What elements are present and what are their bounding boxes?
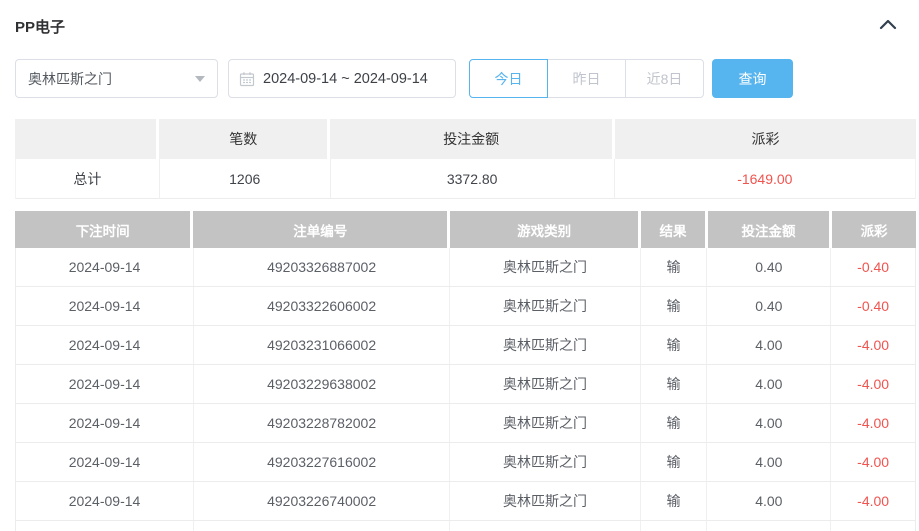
cell-result: 输 <box>641 248 708 286</box>
search-button[interactable]: 查询 <box>712 59 793 98</box>
panel-header: PP电子 <box>0 0 919 37</box>
summary-header-cell: 派彩 <box>615 119 916 159</box>
cell-bet-amount: 4.00 <box>707 482 831 520</box>
cell-result: 输 <box>641 521 708 531</box>
chevron-up-icon <box>879 17 897 35</box>
table-row: 2024-09-1449203231066002奥林匹斯之门输4.00-4.00 <box>16 326 915 365</box>
cell-result: 输 <box>641 443 708 481</box>
cell-game-type: 奥林匹斯之门 <box>450 443 641 481</box>
cell-bet-time: 2024-09-14 <box>16 326 194 364</box>
collapse-panel-button[interactable] <box>879 17 897 35</box>
cell-game-type: 奥林匹斯之门 <box>450 404 641 442</box>
cell-game-type: 奥林匹斯之门 <box>450 248 641 286</box>
cell-bet-id: 49203226740002 <box>194 482 450 520</box>
bet-records-body: 2024-09-1449203326887002奥林匹斯之门输0.40-0.40… <box>15 248 916 531</box>
summary-header-cell <box>15 119 159 159</box>
cell-result: 输 <box>641 365 708 403</box>
cell-result: 输 <box>641 482 708 520</box>
table-row: 2024-09-1449203326887002奥林匹斯之门输0.40-0.40 <box>16 248 915 287</box>
cell-bet-amount: 4.00 <box>707 443 831 481</box>
summary-payout-value: -1649.00 <box>615 159 915 199</box>
cell-bet-amount: 0.40 <box>707 248 831 286</box>
cell-bet-id: 49203229638002 <box>194 365 450 403</box>
table-row: 2024-09-1449203226740002奥林匹斯之门输4.00-4.00 <box>16 482 915 521</box>
cell-game-type: 奥林匹斯之门 <box>450 521 641 531</box>
summary-header-cell: 投注金额 <box>330 119 615 159</box>
cell-bet-time: 2024-09-14 <box>16 482 194 520</box>
cell-game-type: 奥林匹斯之门 <box>450 287 641 325</box>
cell-payout: -4.00 <box>831 482 915 520</box>
cell-game-type: 奥林匹斯之门 <box>450 365 641 403</box>
cell-payout: -4.00 <box>831 443 915 481</box>
table-row: 2024-09-1449203322606002奥林匹斯之门输0.40-0.40 <box>16 287 915 326</box>
column-header: 游戏类别 <box>450 211 641 248</box>
date-range-input[interactable]: 2024-09-14 ~ 2024-09-14 <box>228 59 456 98</box>
cell-bet-amount: 4.00 <box>707 365 831 403</box>
game-select-value: 奥林匹斯之门 <box>28 69 112 89</box>
column-header: 派彩 <box>832 211 916 248</box>
summary-bet-amount-value: 3372.80 <box>331 159 615 199</box>
cell-bet-id: 49203322606002 <box>194 287 450 325</box>
quick-date-button-1[interactable]: 昨日 <box>547 59 626 98</box>
cell-payout: -0.40 <box>831 248 915 286</box>
cell-bet-id: 49203326887002 <box>194 248 450 286</box>
column-header: 注单编号 <box>193 211 450 248</box>
column-header: 投注金额 <box>708 211 832 248</box>
table-row: 2024-09-1449203225864002奥林匹斯之门输4.00-4.00 <box>16 521 915 531</box>
cell-game-type: 奥林匹斯之门 <box>450 326 641 364</box>
cell-game-type: 奥林匹斯之门 <box>450 482 641 520</box>
chevron-down-icon <box>195 76 205 82</box>
cell-bet-amount: 0.40 <box>707 287 831 325</box>
cell-result: 输 <box>641 326 708 364</box>
quick-date-button-2[interactable]: 近8日 <box>625 59 704 98</box>
cell-payout: -4.00 <box>831 521 915 531</box>
bet-records-header-row: 下注时间注单编号游戏类别结果投注金额派彩 <box>15 211 916 248</box>
cell-payout: -4.00 <box>831 404 915 442</box>
game-select[interactable]: 奥林匹斯之门 <box>15 59 218 98</box>
cell-payout: -4.00 <box>831 326 915 364</box>
cell-bet-time: 2024-09-14 <box>16 443 194 481</box>
cell-bet-time: 2024-09-14 <box>16 248 194 286</box>
cell-bet-time: 2024-09-14 <box>16 287 194 325</box>
cell-bet-id: 49203225864002 <box>194 521 450 531</box>
table-row: 2024-09-1449203229638002奥林匹斯之门输4.00-4.00 <box>16 365 915 404</box>
cell-bet-time: 2024-09-14 <box>16 365 194 403</box>
cell-result: 输 <box>641 404 708 442</box>
summary-header-cell: 笔数 <box>159 119 330 159</box>
cell-bet-amount: 4.00 <box>707 521 831 531</box>
date-range-value: 2024-09-14 ~ 2024-09-14 <box>263 71 428 87</box>
cell-bet-amount: 4.00 <box>707 326 831 364</box>
filter-bar: 奥林匹斯之门 2024-09-14 ~ 2024-09-14 今日昨日近8日 查… <box>15 59 919 98</box>
cell-bet-time: 2024-09-14 <box>16 404 194 442</box>
cell-payout: -0.40 <box>831 287 915 325</box>
cell-bet-id: 49203228782002 <box>194 404 450 442</box>
cell-bet-amount: 4.00 <box>707 404 831 442</box>
table-row: 2024-09-1449203228782002奥林匹斯之门输4.00-4.00 <box>16 404 915 443</box>
cell-bet-time: 2024-09-14 <box>16 521 194 531</box>
summary-total-row: 总计 1206 3372.80 -1649.00 <box>15 159 916 199</box>
cell-bet-id: 49203227616002 <box>194 443 450 481</box>
summary-table: 笔数投注金额派彩 总计 1206 3372.80 -1649.00 <box>15 119 916 199</box>
summary-count-value: 1206 <box>160 159 331 199</box>
table-row: 2024-09-1449203227616002奥林匹斯之门输4.00-4.00 <box>16 443 915 482</box>
cell-bet-id: 49203231066002 <box>194 326 450 364</box>
quick-date-button-group: 今日昨日近8日 <box>469 59 704 98</box>
column-header: 下注时间 <box>15 211 193 248</box>
page-title: PP电子 <box>15 16 65 37</box>
column-header: 结果 <box>641 211 708 248</box>
summary-header-row: 笔数投注金额派彩 <box>15 119 916 159</box>
cell-result: 输 <box>641 287 708 325</box>
pp-electronic-panel: PP电子 奥林匹斯之门 2024-09-14 ~ <box>0 0 919 531</box>
cell-payout: -4.00 <box>831 365 915 403</box>
quick-date-button-0[interactable]: 今日 <box>469 59 548 98</box>
summary-total-label: 总计 <box>16 159 160 199</box>
calendar-icon <box>239 71 255 87</box>
bet-records-table: 下注时间注单编号游戏类别结果投注金额派彩 2024-09-14492033268… <box>15 211 916 531</box>
